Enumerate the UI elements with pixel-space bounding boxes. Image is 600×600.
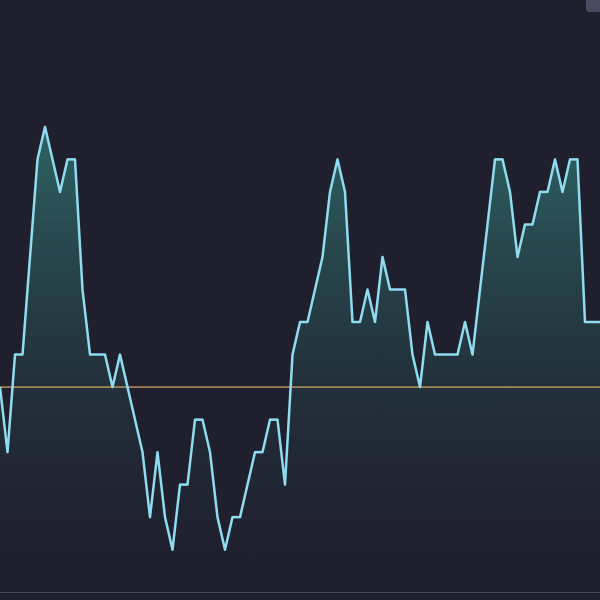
panel-corner-handle[interactable] [586,0,600,12]
chart-canvas [0,125,600,593]
area-chart [0,0,600,600]
